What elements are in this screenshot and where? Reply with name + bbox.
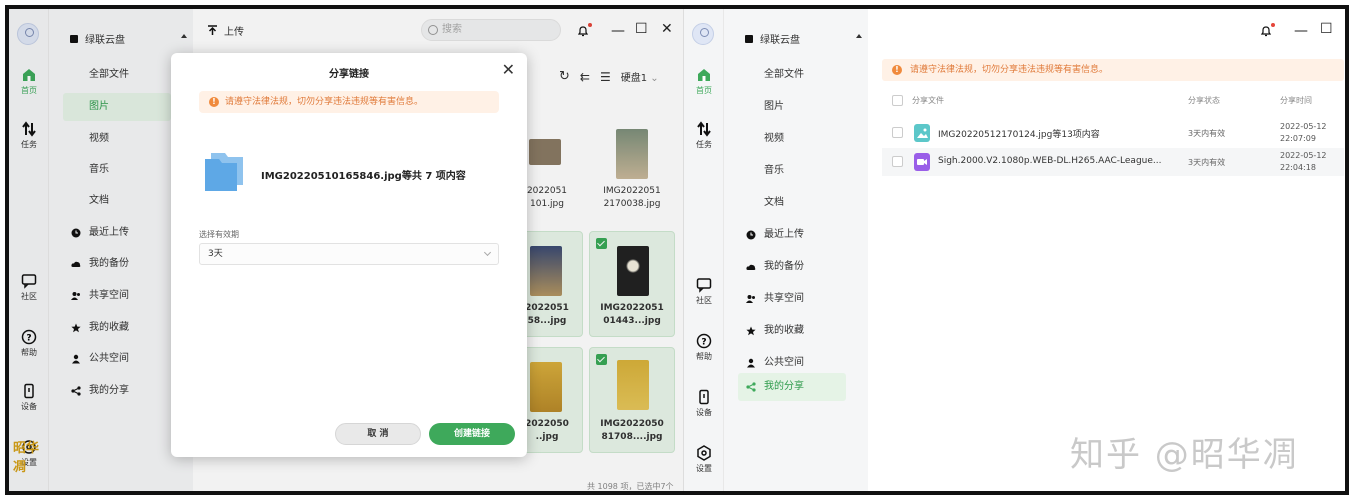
create-link-button[interactable]: 创建链接 [429, 423, 515, 445]
nav-item-label: 共享空间 [764, 293, 804, 304]
share-time: 2022-05-12 22:04:18 [1280, 151, 1327, 172]
share-icon [746, 382, 756, 392]
icon-rail: 首页 任务 社区 ? 帮助 设备 设置 [684, 9, 724, 491]
table-row[interactable]: IMG20220512170124.jpg等13项内容 3天内有效 2022-0… [882, 119, 1344, 147]
nav-item-videos[interactable]: 视频 [738, 125, 846, 153]
cloud-icon [746, 264, 756, 270]
validity-label: 选择有效期 [199, 230, 239, 239]
dialog-close-icon[interactable]: ✕ [502, 60, 515, 79]
nav-item-label: 我的收藏 [764, 325, 804, 336]
share-file-name: Sigh.2000.V2.1080p.WEB-DL.H265.AAC-Leagu… [938, 156, 1162, 166]
legal-warning: ! 请遵守法律法规，切勿分享违法违规等有害信息。 [199, 91, 499, 113]
nav-item-music[interactable]: 音乐 [738, 157, 846, 185]
share-time: 2022-05-12 22:07:09 [1280, 122, 1327, 143]
rail-settings[interactable]: 设置 [684, 445, 724, 474]
right-app-window: 首页 任务 社区 ? 帮助 设备 设置 绿联云盘 全部文件 图片 视频 音乐 文… [684, 9, 1345, 491]
nav-item-documents[interactable]: 文档 [738, 189, 846, 217]
clock-icon [746, 230, 756, 240]
nav-item-label: 全部文件 [764, 69, 804, 80]
rail-label: 任务 [696, 140, 712, 149]
rail-device[interactable]: 设备 [684, 389, 724, 418]
row-checkbox[interactable] [892, 127, 903, 138]
bell-icon[interactable] [1260, 23, 1275, 37]
nav-item-pictures[interactable]: 图片 [738, 93, 846, 121]
legal-warning: ! 请遵守法律法规，切勿分享违法违规等有害信息。 [882, 59, 1344, 81]
screenshot-frame: 首页 任务 社区 ? 帮助 设备 设置 昭华凋 绿联云盘 全部文件 图片 视频 … [5, 5, 1349, 495]
nav-item-shared-space[interactable]: 共享空间 [738, 285, 846, 313]
nav-sidebar: 绿联云盘 全部文件 图片 视频 音乐 文档 最近上传 我的备份 共享空间 我的收… [724, 9, 868, 491]
rail-tasks[interactable]: 任务 [684, 121, 724, 150]
warning-icon: ! [892, 65, 902, 75]
avatar[interactable] [692, 23, 714, 45]
zhihu-watermark: 知乎 @昭华凋 [1070, 435, 1299, 475]
transfer-icon [697, 121, 711, 137]
chat-icon [696, 278, 712, 293]
table-row[interactable]: Sigh.2000.V2.1080p.WEB-DL.H265.AAC-Leagu… [882, 148, 1344, 176]
shared-items-summary: IMG20220510165846.jpg等共 7 项内容 [261, 171, 466, 182]
nav-item-label: 音乐 [764, 165, 784, 176]
dialog-title: 分享链接 [329, 69, 369, 80]
nav-item-backup[interactable]: 我的备份 [738, 253, 846, 281]
warning-icon: ! [209, 97, 219, 107]
validity-value: 3天 [208, 249, 223, 259]
nav-item-label: 我的备份 [764, 261, 804, 272]
home-icon [698, 69, 710, 81]
star-icon [746, 326, 756, 336]
nav-root[interactable]: 绿联云盘 [744, 31, 862, 46]
share-status: 3天内有效 [1188, 158, 1226, 167]
nav-root-label: 绿联云盘 [760, 35, 800, 46]
table-header: 分享文件 分享状态 分享时间 [882, 91, 1344, 111]
maximize-icon[interactable]: ☐ [1320, 21, 1333, 37]
select-all-checkbox[interactable] [892, 95, 903, 106]
column-header-time: 分享时间 [1280, 96, 1312, 105]
image-file-icon [914, 124, 930, 142]
users-icon [746, 295, 755, 303]
rail-help[interactable]: ? 帮助 [684, 333, 724, 362]
column-header-file: 分享文件 [912, 96, 944, 105]
settings-icon [697, 445, 711, 461]
nav-item-label: 最近上传 [764, 229, 804, 240]
drive-icon [745, 34, 753, 43]
nav-item-my-shares[interactable]: 我的分享 [738, 373, 846, 401]
cancel-button[interactable]: 取 消 [335, 423, 421, 445]
row-checkbox[interactable] [892, 156, 903, 167]
rail-home[interactable]: 首页 [684, 67, 724, 96]
column-header-status: 分享状态 [1188, 96, 1220, 105]
rail-community[interactable]: 社区 [684, 277, 724, 306]
validity-select[interactable]: 3天 [199, 243, 499, 265]
device-icon [699, 389, 709, 405]
chevron-down-icon [483, 248, 492, 257]
folder-icon [205, 153, 243, 191]
nav-item-label: 图片 [764, 101, 784, 112]
nav-item-recent[interactable]: 最近上传 [738, 221, 846, 249]
rail-label: 社区 [696, 296, 712, 305]
rail-label: 设备 [696, 408, 712, 417]
left-app-window: 首页 任务 社区 ? 帮助 设备 设置 昭华凋 绿联云盘 全部文件 图片 视频 … [9, 9, 683, 491]
shares-panel: — ☐ ! 请遵守法律法规，切勿分享违法违规等有害信息。 分享文件 分享状态 分… [868, 9, 1345, 491]
group-icon [747, 358, 755, 368]
nav-item-favorites[interactable]: 我的收藏 [738, 317, 846, 345]
rail-label: 设置 [696, 464, 712, 473]
rail-label: 帮助 [696, 352, 712, 361]
share-file-name: IMG20220512170124.jpg等13项内容 [938, 130, 1100, 140]
help-icon: ? [696, 333, 712, 349]
svg-text:?: ? [701, 338, 706, 348]
share-status: 3天内有效 [1188, 129, 1226, 138]
minimize-icon[interactable]: — [1294, 23, 1308, 39]
nav-item-label: 我的分享 [764, 381, 804, 392]
warning-text: 请遵守法律法规，切勿分享违法违规等有害信息。 [225, 97, 424, 107]
nav-item-label: 视频 [764, 133, 784, 144]
rail-label: 首页 [696, 86, 712, 95]
share-link-dialog: 分享链接 ✕ ! 请遵守法律法规，切勿分享违法违规等有害信息。 IMG20220… [171, 53, 527, 457]
nav-item-label: 文档 [764, 197, 784, 208]
collapse-caret-icon[interactable] [856, 34, 862, 38]
nav-item-all-files[interactable]: 全部文件 [738, 61, 846, 89]
warning-text: 请遵守法律法规，切勿分享违法违规等有害信息。 [910, 65, 1109, 75]
video-file-icon [914, 153, 930, 171]
nav-item-label: 公共空间 [764, 357, 804, 368]
